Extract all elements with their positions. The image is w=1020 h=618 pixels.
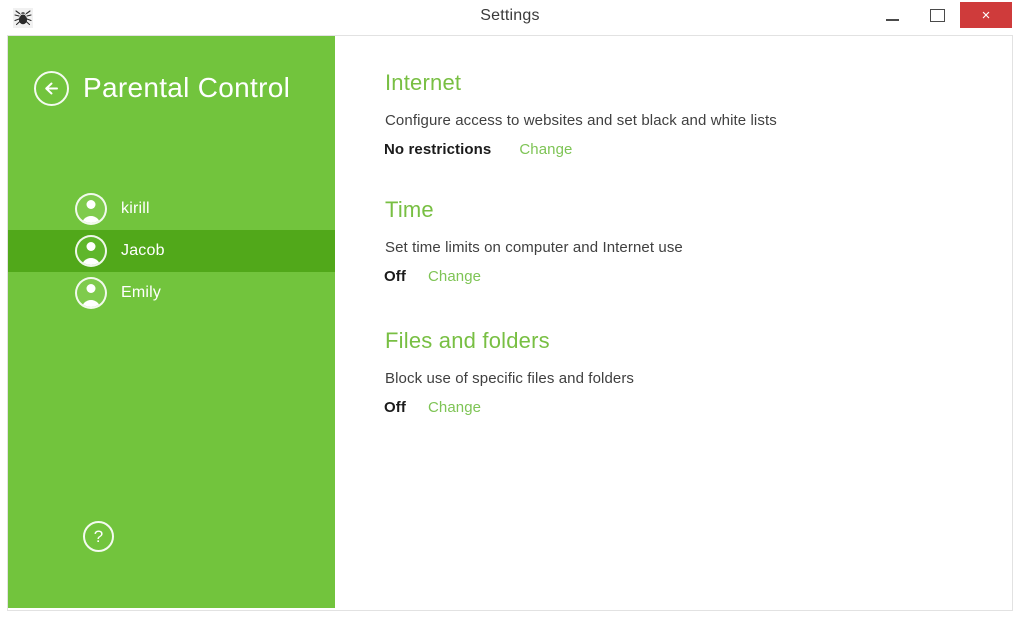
- section-status-row: No restrictions Change: [384, 141, 1012, 158]
- section-files-and-folders: Files and folders Block use of specific …: [384, 328, 1012, 416]
- user-row-emily[interactable]: Emily: [8, 272, 335, 314]
- avatar-head-icon: [86, 284, 96, 293]
- minimize-button[interactable]: [870, 2, 915, 29]
- maximize-button[interactable]: [915, 2, 960, 29]
- section-title: Time: [385, 197, 434, 222]
- window-controls: ×: [870, 2, 1012, 29]
- change-link-internet[interactable]: Change: [519, 141, 572, 158]
- user-list: kirill Jacob Emily: [8, 188, 335, 314]
- back-arrow-icon[interactable]: [34, 70, 69, 106]
- sidebar: Parental Control kirill Jacob Emily ?: [8, 36, 335, 608]
- user-row-jacob[interactable]: Jacob: [8, 230, 335, 272]
- avatar-body-icon: [81, 300, 101, 307]
- section-title: Files and folders: [385, 328, 550, 353]
- title-bar: Settings ×: [0, 0, 1020, 36]
- user-row-kirill[interactable]: kirill: [8, 188, 335, 230]
- section-internet: Internet Configure access to websites an…: [384, 70, 1012, 158]
- status-value: Off: [384, 268, 406, 285]
- page-title: Parental Control: [83, 72, 291, 103]
- settings-content: Internet Configure access to websites an…: [335, 36, 1012, 608]
- minimize-icon: [886, 18, 899, 21]
- avatar-body-icon: [81, 216, 101, 223]
- avatar-head-icon: [86, 242, 96, 251]
- avatar-head-icon: [86, 200, 96, 209]
- settings-window: Settings × Parental Control kirill Jacob…: [0, 0, 1020, 618]
- change-link-time[interactable]: Change: [428, 268, 481, 285]
- close-button[interactable]: ×: [960, 2, 1012, 28]
- window-title: Settings: [480, 7, 540, 24]
- avatar: [75, 235, 107, 267]
- maximize-icon: [930, 9, 945, 22]
- sidebar-header[interactable]: Parental Control: [8, 62, 335, 114]
- section-title: Internet: [385, 70, 462, 95]
- section-time: Time Set time limits on computer and Int…: [384, 197, 1012, 285]
- section-description: Block use of specific files and folders: [385, 370, 635, 387]
- avatar-body-icon: [81, 258, 101, 265]
- section-description: Configure access to websites and set bla…: [385, 112, 777, 129]
- user-name: kirill: [121, 200, 150, 217]
- change-link-files[interactable]: Change: [428, 399, 481, 416]
- help-button[interactable]: ?: [83, 521, 114, 552]
- close-icon: ×: [981, 6, 991, 24]
- avatar: [75, 193, 107, 225]
- avatar: [75, 277, 107, 309]
- user-name: Emily: [121, 284, 162, 301]
- section-status-row: Off Change: [384, 268, 1012, 285]
- user-name: Jacob: [121, 242, 165, 259]
- status-value: Off: [384, 399, 406, 416]
- section-status-row: Off Change: [384, 399, 1012, 416]
- status-value: No restrictions: [384, 141, 492, 158]
- section-description: Set time limits on computer and Internet…: [385, 239, 683, 256]
- question-mark-icon: ?: [93, 526, 104, 546]
